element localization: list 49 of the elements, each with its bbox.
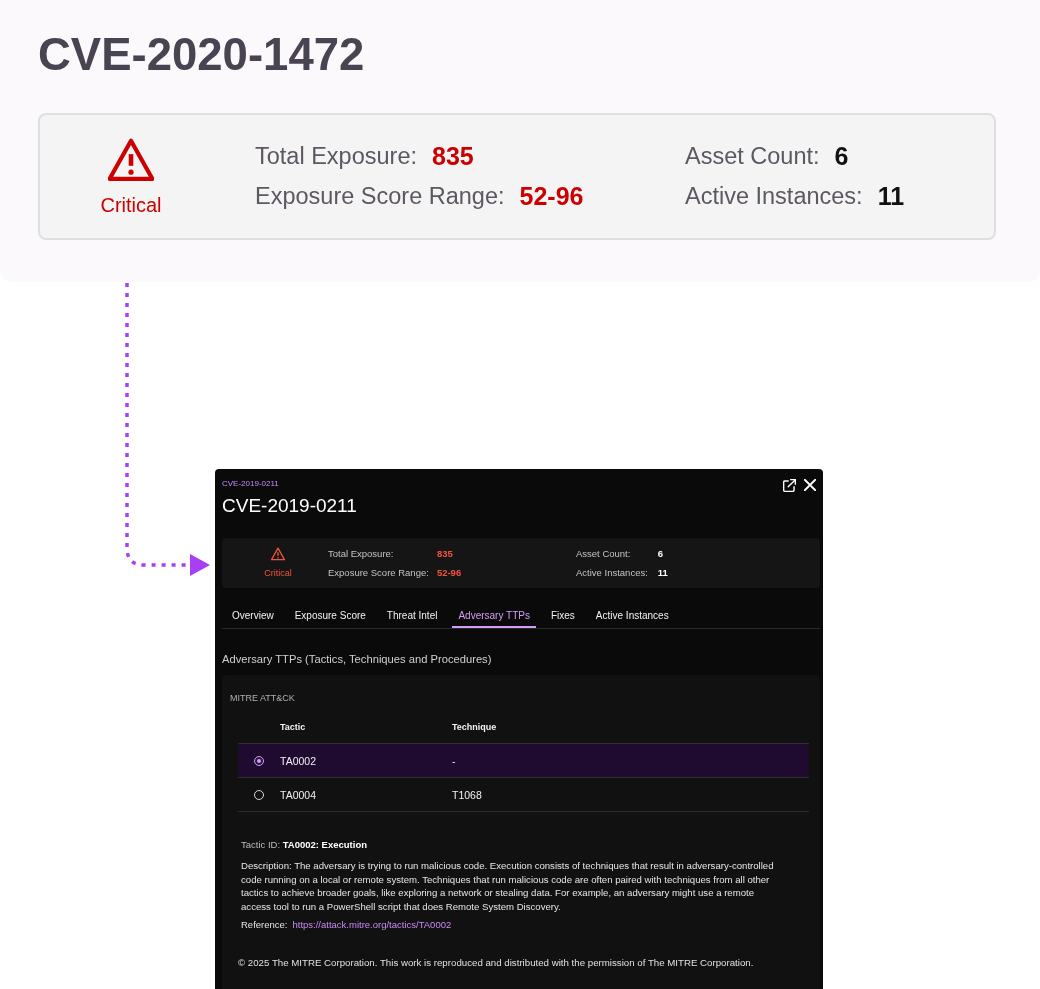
tactic-id-text: Tactic ID: TA0002: Execution xyxy=(241,839,367,851)
metric-label: Total Exposure: xyxy=(328,547,395,561)
column-header: Technique xyxy=(452,722,497,732)
metric-value: 835 xyxy=(436,547,454,561)
section-heading: Adversary TTPs (Tactics, Techniques and Procedures) xyxy=(222,652,492,666)
metric-value: 6 xyxy=(834,142,849,171)
warning-icon xyxy=(271,547,285,561)
metric-value: 11 xyxy=(877,182,905,211)
metric-value: 52-96 xyxy=(436,566,462,580)
table-cell: T1068 xyxy=(452,788,482,801)
severity-label: Critical xyxy=(264,568,292,579)
metric-label: Asset Count: xyxy=(576,547,632,561)
metric-label: Exposure Score Range: xyxy=(255,183,505,210)
tab[interactable]: Fixes xyxy=(544,604,581,628)
table-row[interactable]: TA0004 T1068 xyxy=(238,778,809,812)
metric-label: Total Exposure: xyxy=(255,143,417,170)
panel-title: CVE-2019-0211 xyxy=(222,494,357,518)
close-button[interactable] xyxy=(804,479,816,492)
description-text: Description: The adversary is trying to run malicious code. Execution consists of techniques that result in adversary-controlled code running on a local or remote system. Techniques that run malicious code are often paired with techniques from all other tactics to achieve broader goals, like exploring a network or stealing data. For example, an adversary might use a remote access tool to run a PowerShell script that does Remote System Discovery. xyxy=(241,859,775,913)
radio-button[interactable] xyxy=(254,755,264,766)
tab[interactable]: Exposure Score xyxy=(288,604,372,628)
table-cell: TA0002 xyxy=(280,754,316,767)
tab[interactable]: Threat Intel xyxy=(380,604,444,628)
close-icon xyxy=(804,479,816,491)
metric-label: Active Instances: xyxy=(685,183,863,210)
column-header: Tactic xyxy=(280,722,306,732)
warning-icon xyxy=(108,136,154,183)
table-cell: - xyxy=(452,754,456,767)
breadcrumb-link[interactable]: CVE-2019-0211 xyxy=(222,478,279,490)
severity-label: Critical xyxy=(100,192,162,217)
card-title: MITRE ATT&CK xyxy=(230,692,295,704)
metric-value: 835 xyxy=(432,142,474,171)
metric-value: 6 xyxy=(657,547,665,561)
table-row[interactable]: TA0002 - xyxy=(238,744,809,778)
reference-link[interactable]: https://attack.mitre.org/tactics/TA0002 xyxy=(292,919,452,931)
external-link-button[interactable] xyxy=(783,479,796,492)
reference-label: Reference: xyxy=(241,919,288,931)
table-cell: TA0004 xyxy=(280,788,316,801)
metric-label: Exposure Score Range: xyxy=(328,566,429,580)
tab[interactable]: Adversary TTPs xyxy=(452,604,536,628)
external-link-icon xyxy=(783,479,796,492)
copyright-text: © 2025 The MITRE Corporation. This work is reproduced and distributed with the permission of The MITRE Corporation. xyxy=(238,957,754,969)
tab[interactable]: Overview xyxy=(226,604,280,628)
metric-label: Asset Count: xyxy=(685,143,820,170)
tab[interactable]: Active Instances xyxy=(589,604,675,628)
metric-value: 52-96 xyxy=(519,182,584,211)
cve-title: CVE-2020-1472 xyxy=(38,29,365,81)
metric-label: Active Instances: xyxy=(576,566,648,580)
metric-value: 11 xyxy=(657,566,668,580)
